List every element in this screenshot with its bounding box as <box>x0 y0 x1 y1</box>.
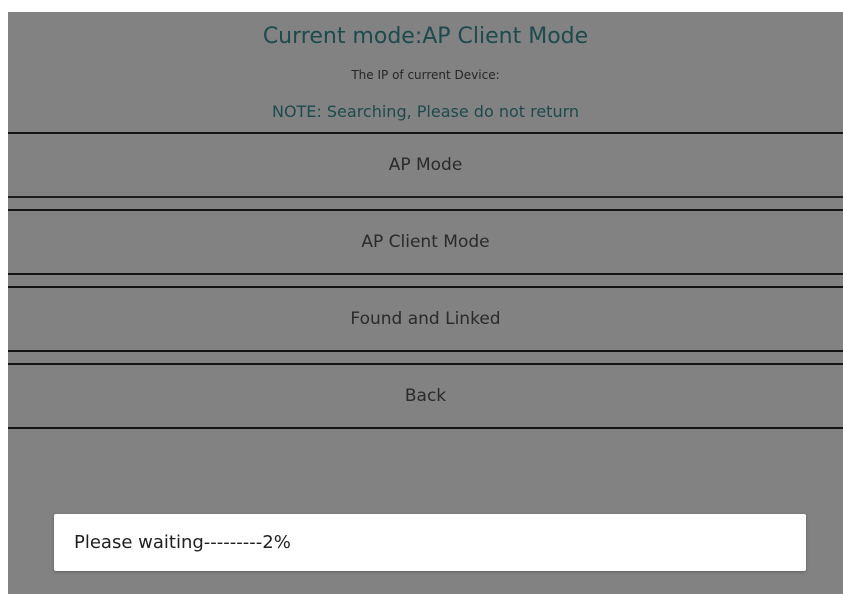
back-button[interactable]: Back <box>8 363 843 429</box>
found-and-linked-button[interactable]: Found and Linked <box>8 286 843 352</box>
ap-client-mode-button[interactable]: AP Client Mode <box>8 209 843 275</box>
current-mode-title: Current mode:AP Client Mode <box>262 24 589 49</box>
ap-mode-button[interactable]: AP Mode <box>8 132 843 198</box>
header: Current mode:AP Client Mode The IP of cu… <box>8 12 843 132</box>
found-and-linked-button-label: Found and Linked <box>350 309 501 329</box>
progress-dialog-text: Please waiting---------2% <box>74 532 291 553</box>
back-button-label: Back <box>404 386 447 406</box>
progress-dialog: Please waiting---------2% <box>54 514 806 571</box>
device-ip-label: The IP of current Device: <box>351 68 500 82</box>
ap-client-mode-button-label: AP Client Mode <box>361 232 490 252</box>
ap-mode-button-label: AP Mode <box>388 155 463 175</box>
searching-note: NOTE: Searching, Please do not return <box>271 102 580 121</box>
app-screen: Current mode:AP Client Mode The IP of cu… <box>8 12 843 594</box>
